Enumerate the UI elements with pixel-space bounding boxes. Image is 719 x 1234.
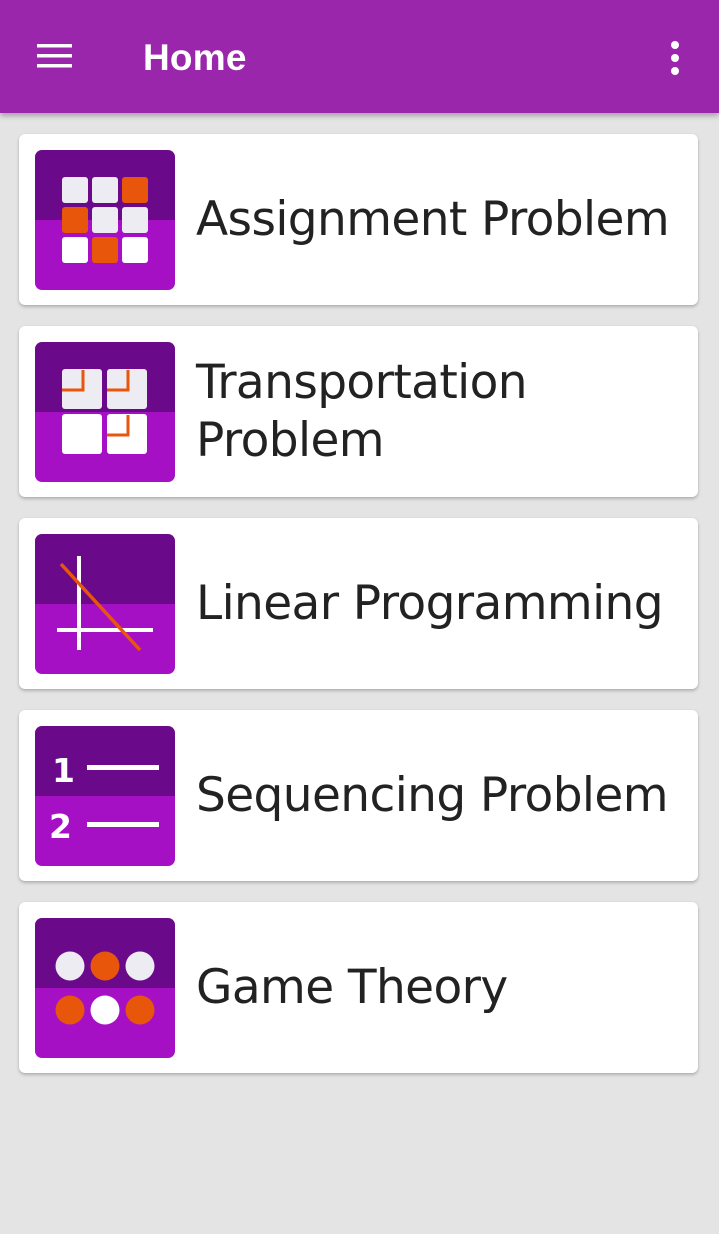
numbered-list-icon: 1 2 xyxy=(35,726,175,866)
page-title: Home xyxy=(143,37,247,78)
svg-text:1: 1 xyxy=(52,751,75,790)
topic-label: Game Theory xyxy=(196,959,508,1015)
topic-card-linear-programming[interactable]: Linear Programming xyxy=(19,518,698,689)
app-bar: Home xyxy=(0,0,719,113)
game-dots-icon xyxy=(35,918,175,1058)
linear-graph-icon xyxy=(35,534,175,674)
menu-button[interactable] xyxy=(24,30,86,82)
topic-label: Linear Programming xyxy=(196,575,664,631)
svg-text:2: 2 xyxy=(49,807,72,846)
assignment-grid-icon xyxy=(35,150,175,290)
transportation-grid-icon xyxy=(35,342,175,482)
topic-label: Transportation Problem xyxy=(196,354,528,468)
hamburger-menu-icon xyxy=(37,44,72,68)
more-vert-icon xyxy=(671,41,679,75)
topic-label: Assignment Problem xyxy=(196,191,670,247)
overflow-menu-button[interactable] xyxy=(652,30,698,86)
topic-label: Sequencing Problem xyxy=(196,767,669,823)
topic-card-sequencing-problem[interactable]: 1 2 Sequencing Problem xyxy=(19,710,698,881)
topic-card-game-theory[interactable]: Game Theory xyxy=(19,902,698,1073)
topic-card-transportation-problem[interactable]: Transportation Problem xyxy=(19,326,698,497)
topic-card-assignment-problem[interactable]: Assignment Problem xyxy=(19,134,698,305)
